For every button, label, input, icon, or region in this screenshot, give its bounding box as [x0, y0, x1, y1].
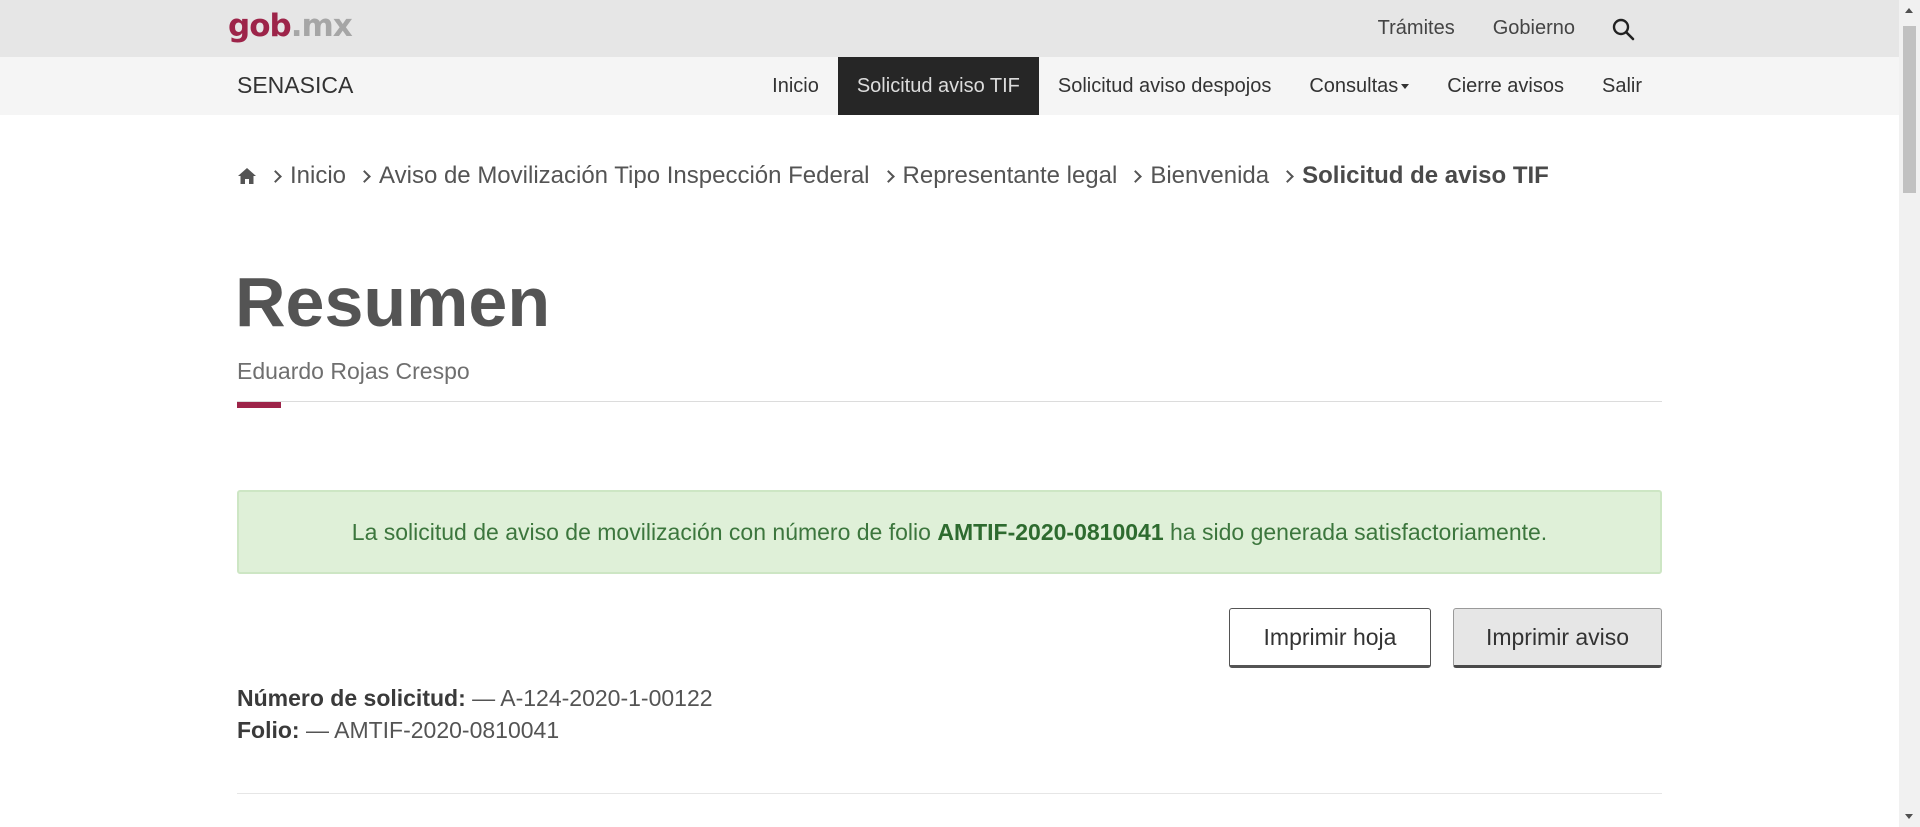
title-accent-bar [237, 402, 281, 408]
gob-links: Trámites Gobierno [1340, 0, 1635, 57]
success-alert: La solicitud de aviso de movilización co… [237, 490, 1662, 574]
breadcrumb: Inicio Aviso de Movilización Tipo Inspec… [237, 162, 1549, 190]
alert-message: La solicitud de aviso de movilización co… [352, 519, 1547, 546]
breadcrumb-representante-legal[interactable]: Representante legal [903, 162, 1118, 190]
nav-item-solicitud-aviso-despojos[interactable]: Solicitud aviso despojos [1039, 57, 1290, 115]
request-number-row: Número de solicitud: — A-124-2020-1-0012… [237, 685, 713, 712]
nav-item-consultas[interactable]: Consultas [1290, 57, 1428, 115]
home-icon[interactable] [237, 166, 257, 186]
gob-header: gob.mx Trámites Gobierno [0, 0, 1899, 57]
title-divider [237, 401, 1662, 402]
alert-prefix: La solicitud de aviso de movilización co… [351, 518, 931, 545]
alert-folio: AMTIF-2020-0810041 [937, 518, 1164, 545]
nav-item-inicio[interactable]: Inicio [753, 57, 838, 115]
scroll-down-arrow-icon[interactable] [1905, 814, 1913, 819]
breadcrumb-separator-icon [1129, 169, 1143, 183]
gob-link-gobierno[interactable]: Gobierno [1493, 17, 1575, 40]
nav-item-solicitud-aviso-tif[interactable]: Solicitud aviso TIF [837, 57, 1039, 115]
breadcrumb-separator-icon [269, 169, 282, 183]
breadcrumb-bienvenida[interactable]: Bienvenida [1150, 162, 1269, 190]
print-sheet-button[interactable]: Imprimir hoja [1229, 608, 1431, 668]
breadcrumb-separator-icon [881, 169, 895, 183]
nav-item-salir[interactable]: Salir [1583, 57, 1661, 115]
breadcrumb-inicio[interactable]: Inicio [290, 162, 346, 190]
main-navbar: SENASICA Inicio Solicitud aviso TIF Soli… [0, 57, 1899, 115]
folio-value: — AMTIF-2020-0810041 [305, 717, 560, 743]
gob-link-tramites[interactable]: Trámites [1378, 17, 1455, 40]
page-title-text: Resumen [235, 263, 551, 341]
search-icon[interactable] [1611, 17, 1635, 41]
scroll-up-arrow-icon[interactable] [1905, 8, 1913, 13]
folio-label: Folio: [237, 717, 300, 743]
folio-row: Folio: — AMTIF-2020-0810041 [237, 717, 559, 744]
brand-name[interactable]: SENASICA [237, 72, 353, 99]
gob-logo[interactable]: gob.mx [228, 8, 353, 44]
section-divider [237, 793, 1662, 794]
breadcrumb-current: Solicitud de aviso TIF [1302, 162, 1549, 189]
request-number-label: Número de solicitud: [237, 685, 466, 711]
nav-item-cierre-avisos[interactable]: Cierre avisos [1428, 57, 1583, 115]
vertical-scrollbar[interactable] [1899, 0, 1920, 827]
gob-logo-text: gob [228, 8, 292, 44]
breadcrumb-separator-icon [1281, 169, 1294, 183]
breadcrumb-separator-icon [358, 169, 371, 183]
nav-item-consultas-label: Consultas [1309, 74, 1399, 97]
breadcrumb-aviso-movilizacion[interactable]: Aviso de Movilización Tipo Inspección Fe… [379, 162, 869, 190]
print-notice-button[interactable]: Imprimir aviso [1453, 608, 1662, 668]
gob-logo-suffix: .mx [290, 8, 353, 44]
page-title: Resumen [235, 262, 550, 342]
user-name: Eduardo Rojas Crespo [237, 358, 470, 384]
scrollbar-thumb[interactable] [1903, 26, 1916, 193]
alert-suffix: ha sido generada satisfactoriamente. [1170, 518, 1548, 545]
nav-menu: Inicio Solicitud aviso TIF Solicitud avi… [753, 57, 1661, 115]
caret-down-icon [1401, 83, 1410, 89]
request-number-value: — A-124-2020-1-00122 [472, 685, 713, 711]
